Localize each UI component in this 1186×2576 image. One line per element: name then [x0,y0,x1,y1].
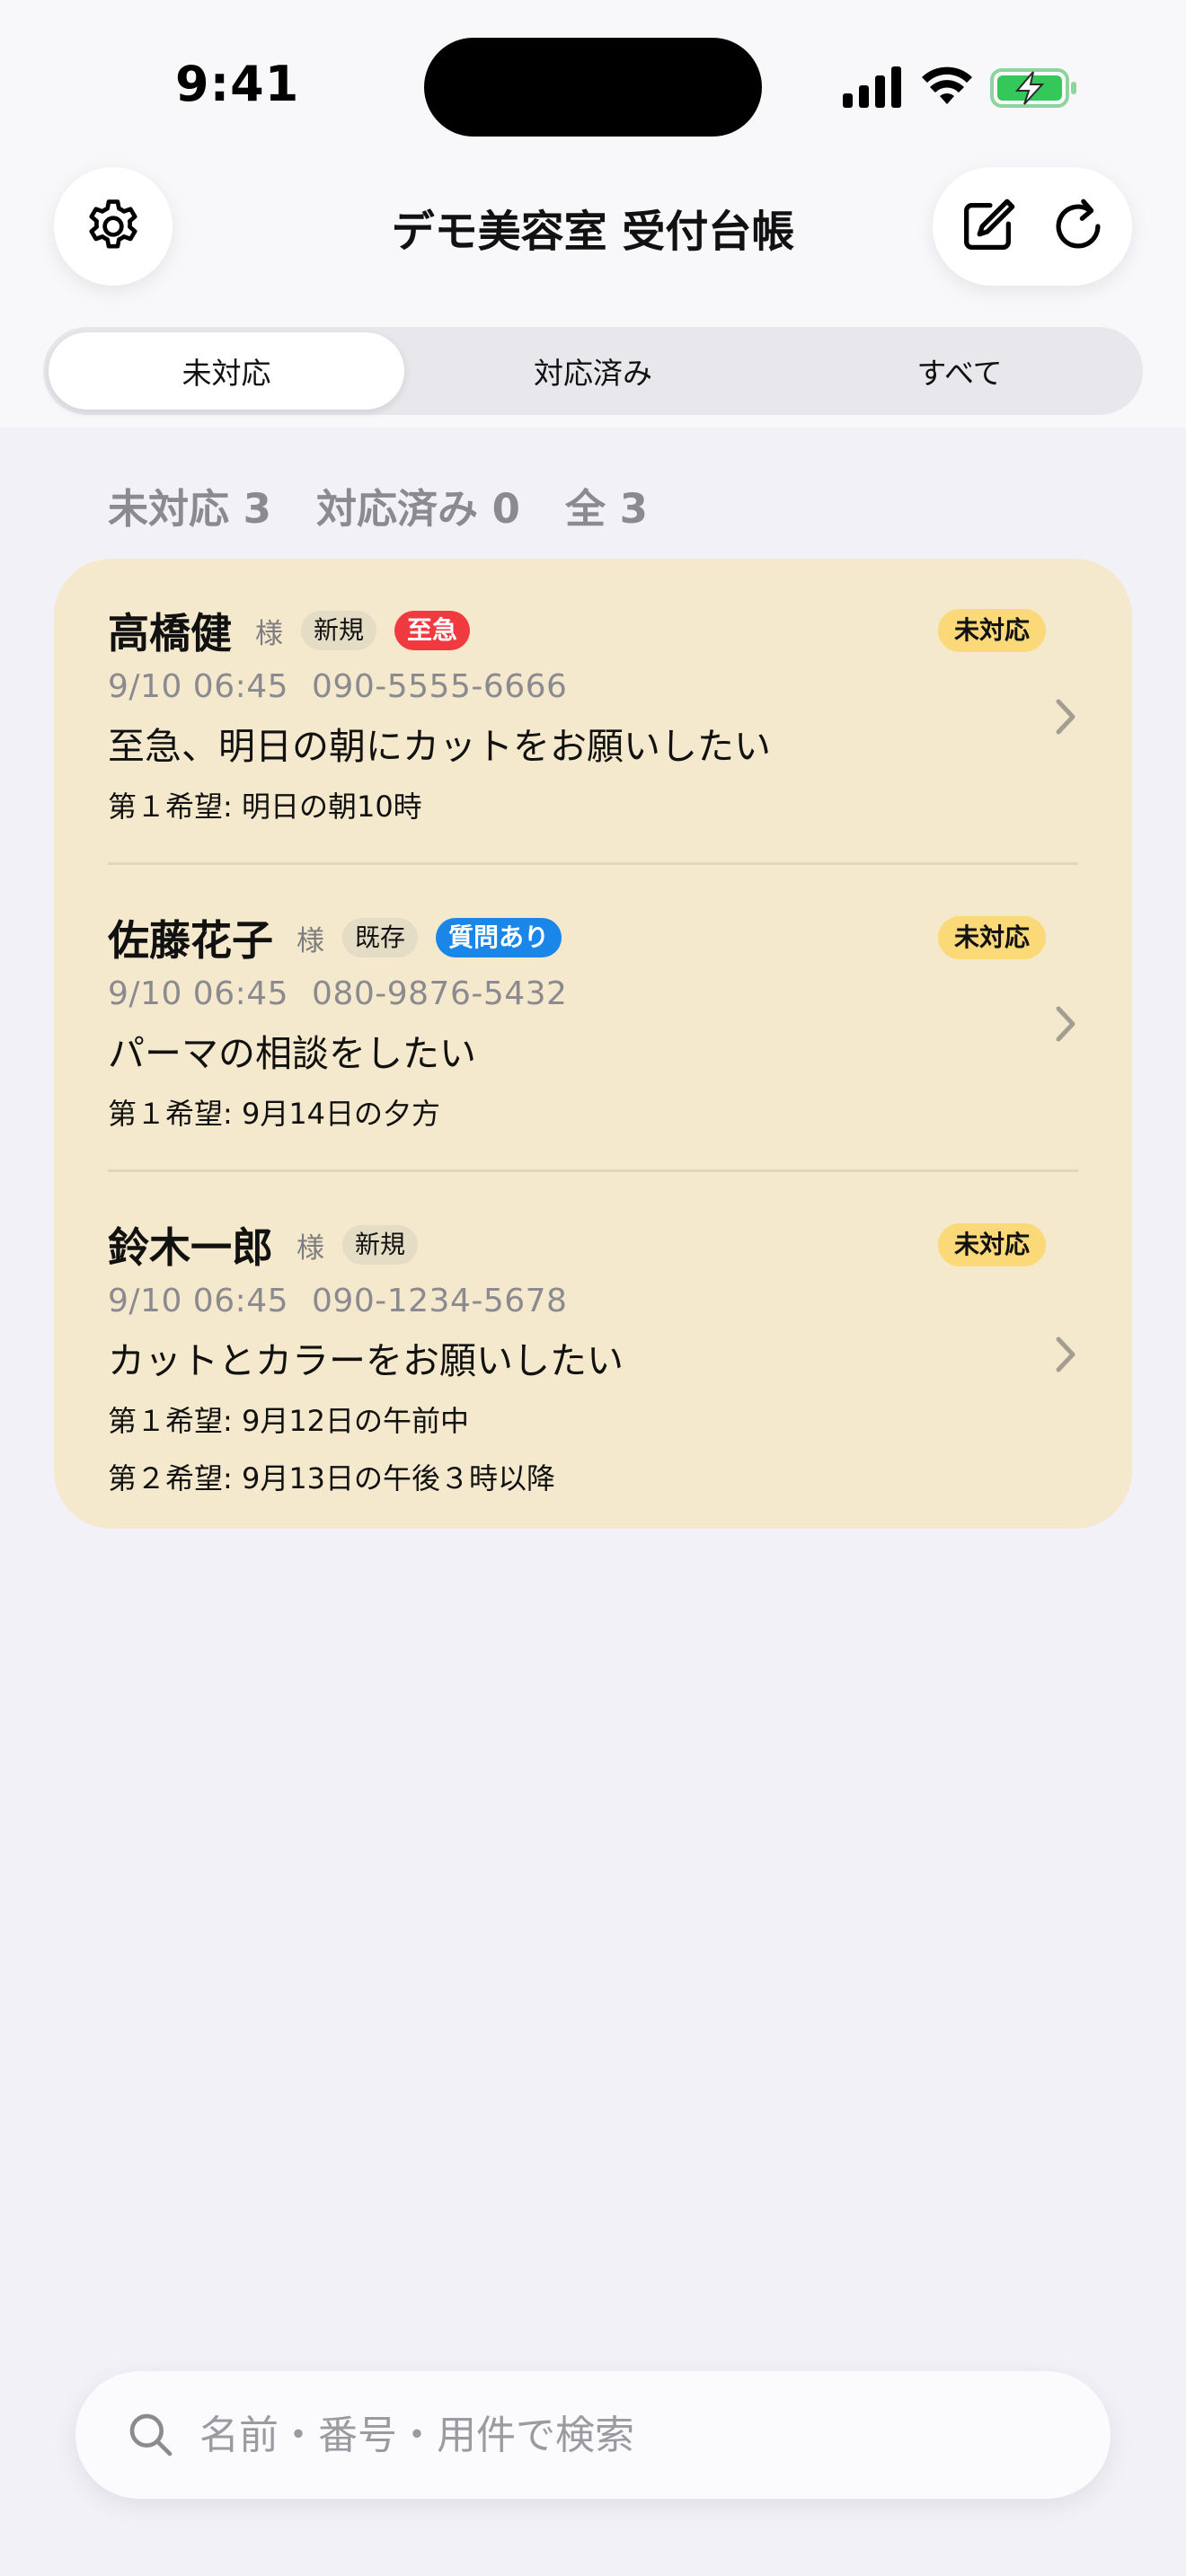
preference-1: 第１希望: 9月12日の午前中 [108,1404,470,1438]
reservation-list-card: 高橋健 様 新規 至急 未対応 9/10 06:45 090-5555-6666 … [54,559,1132,1529]
search-icon [126,2410,176,2460]
request-message: 至急、明日の朝にカットをお願いしたい [108,725,771,768]
dynamic-island [424,38,762,137]
chevron-right-icon [1053,1004,1078,1047]
status-icons [843,63,1078,113]
urgent-tag: 至急 [394,611,471,650]
count-pending: 未対応 3 [108,485,271,533]
reservation-row[interactable]: 高橋健 様 新規 至急 未対応 9/10 06:45 090-5555-6666 … [108,604,1078,828]
filter-segmented-control: 未対応 対応済み すべて [43,327,1143,415]
preference-1: 第１希望: 明日の朝10時 [108,790,422,824]
customer-type-tag: 新規 [301,611,377,650]
cellular-signal-icon [843,66,901,108]
status-time: 9:41 [175,56,300,112]
customer-type-tag: 新規 [342,1225,419,1265]
customer-name: 鈴木一郎 [108,1223,273,1272]
count-summary: 未対応 3 対応済み 0 全 3 [108,476,648,534]
row-divider [108,1169,1078,1172]
tab-all[interactable]: すべて [782,332,1137,410]
received-datetime: 9/10 06:45 [108,1283,289,1319]
search-bar[interactable] [75,2371,1111,2499]
phone-number: 090-1234-5678 [312,1283,568,1319]
customer-name: 佐藤花子 [108,916,273,965]
received-datetime: 9/10 06:45 [108,668,289,705]
question-tag: 質問あり [436,918,562,957]
status-badge: 未対応 [937,609,1046,652]
compose-icon[interactable] [953,192,1022,260]
count-all: 全 3 [564,485,648,533]
phone-number: 080-9876-5432 [312,975,568,1012]
preference-2: 第２希望: 9月13日の午後３時以降 [108,1461,556,1495]
count-done: 対応済み 0 [315,485,520,533]
customer-name: 高橋健 [108,609,232,657]
contact-meta: 9/10 06:45 090-5555-6666 [108,668,1078,705]
chevron-right-icon [1053,1335,1078,1378]
status-badge: 未対応 [937,916,1046,959]
row-divider [108,862,1078,865]
contact-meta: 9/10 06:45 080-9876-5432 [108,975,1078,1012]
tab-done[interactable]: 対応済み [415,332,771,410]
search-input[interactable] [198,2411,1064,2459]
honorific: 様 [255,617,283,650]
phone-number: 090-5555-6666 [312,668,568,705]
honorific: 様 [296,1231,324,1265]
refresh-icon[interactable] [1044,192,1112,260]
reservation-row[interactable]: 鈴木一郎 様 新規 未対応 9/10 06:45 090-1234-5678 カッ… [108,1218,1078,1495]
customer-type-tag: 既存 [342,918,419,957]
preference-1: 第１希望: 9月14日の夕方 [108,1097,441,1131]
battery-charging-icon [990,68,1076,108]
reservation-row[interactable]: 佐藤花子 様 既存 質問あり 未対応 9/10 06:45 080-9876-54… [108,911,1078,1135]
contact-meta: 9/10 06:45 090-1234-5678 [108,1283,1078,1319]
tab-pending[interactable]: 未対応 [49,332,404,410]
chevron-right-icon [1053,697,1078,740]
request-message: パーマの相談をしたい [108,1032,476,1075]
honorific: 様 [296,924,324,957]
status-badge: 未対応 [937,1223,1046,1266]
header-actions [933,167,1132,286]
request-message: カットとカラーをお願いしたい [108,1339,624,1382]
received-datetime: 9/10 06:45 [108,975,289,1012]
wifi-icon [922,66,972,104]
